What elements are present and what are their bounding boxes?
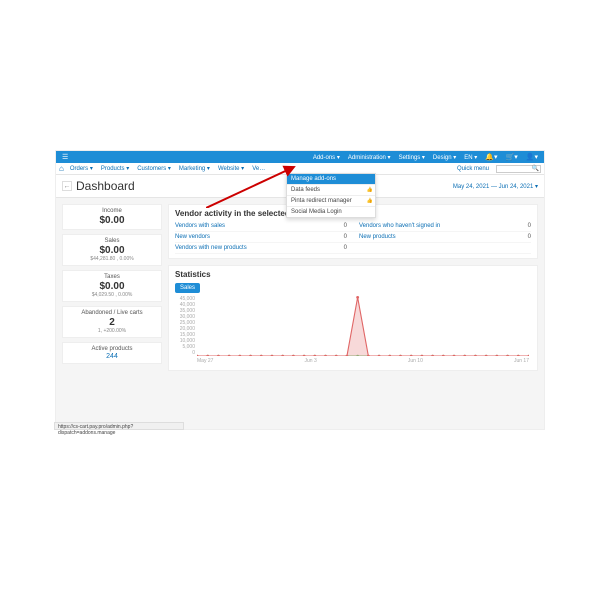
page-title: Dashboard: [76, 179, 135, 193]
card-sub: 1, +200.00%: [66, 328, 158, 334]
sales-chart: 45,00040,00035,00030,00025,00020,00015,0…: [175, 296, 531, 366]
chart-plot: [197, 296, 529, 356]
va-count: 0: [337, 245, 347, 251]
va-link[interactable]: New products: [359, 234, 521, 240]
date-range-picker[interactable]: May 24, 2021 — Jun 24, 2021 ▾: [453, 183, 538, 190]
cart-icon[interactable]: 🛒▾: [503, 153, 521, 161]
card-label: Abandoned / Live carts: [66, 310, 158, 316]
card-value: $0.00: [66, 245, 158, 256]
va-count: 0: [337, 223, 347, 229]
card-label: Active products: [66, 346, 158, 352]
bell-icon[interactable]: 🔔▾: [482, 153, 500, 161]
card-value: $0.00: [66, 215, 158, 226]
dropdown-pinta-redirect[interactable]: Pinta redirect manager 👍: [287, 195, 375, 206]
vendor-activity-row: New vendors0New products0: [175, 232, 531, 243]
menu-customers[interactable]: Customers ▾: [135, 165, 173, 172]
topbar-addons[interactable]: Add-ons ▾: [310, 154, 343, 161]
home-icon[interactable]: ⌂: [59, 164, 64, 173]
search-input[interactable]: [496, 165, 541, 173]
card-value: 2: [66, 317, 158, 328]
sales-button[interactable]: Sales: [175, 283, 200, 293]
topbar-settings[interactable]: Settings ▾: [396, 154, 428, 161]
va-link[interactable]: New vendors: [175, 234, 337, 240]
thumb-icon: 👍: [367, 187, 373, 193]
user-icon[interactable]: 👤▾: [523, 153, 541, 161]
panel-title: Statistics: [175, 270, 531, 279]
dropdown-social-login[interactable]: Social Media Login: [287, 206, 375, 217]
va-count: 0: [521, 223, 531, 229]
active-products-link[interactable]: 244: [66, 353, 158, 360]
menu-vendors[interactable]: Ve…: [250, 166, 267, 172]
dropdown-item-label: Pinta redirect manager: [291, 198, 352, 204]
addons-dropdown: Manage add-ons Data feeds 👍 Pinta redirec…: [286, 173, 376, 218]
dropdown-data-feeds[interactable]: Data feeds 👍: [287, 184, 375, 195]
card-sub: $4,029.50 , 0.00%: [66, 292, 158, 298]
card-sales: Sales $0.00 $44,281.80 , 0.00%: [62, 234, 162, 266]
card-label: Taxes: [66, 274, 158, 280]
dropdown-item-label: Data feeds: [291, 187, 320, 193]
topbar: ☰ Add-ons ▾ Administration ▾ Settings ▾ …: [56, 151, 544, 163]
card-value: $0.00: [66, 281, 158, 292]
va-count: [521, 245, 531, 251]
menu-website[interactable]: Website ▾: [216, 165, 246, 172]
back-button[interactable]: ←: [62, 181, 72, 191]
menu-marketing[interactable]: Marketing ▾: [177, 165, 212, 172]
card-active-products: Active products 244: [62, 342, 162, 364]
card-income: Income $0.00: [62, 204, 162, 230]
va-link[interactable]: Vendors who haven't signed in: [359, 223, 521, 229]
va-count: 0: [337, 234, 347, 240]
va-link[interactable]: [359, 245, 521, 251]
topbar-administration[interactable]: Administration ▾: [345, 154, 394, 161]
card-sub: $44,281.80 , 0.00%: [66, 256, 158, 262]
menu-products[interactable]: Products ▾: [99, 165, 131, 172]
main-panels: Vendor activity in the selected period V…: [168, 204, 538, 371]
card-label: Income: [66, 208, 158, 214]
card-carts: Abandoned / Live carts 2 1, +200.00%: [62, 306, 162, 338]
app-window: ☰ Add-ons ▾ Administration ▾ Settings ▾ …: [55, 150, 545, 430]
chart-x-axis: May 27Jun 3Jun 10Jun 17: [197, 358, 529, 364]
chart-y-axis: 45,00040,00035,00030,00025,00020,00015,0…: [175, 296, 195, 356]
content: Income $0.00 Sales $0.00 $44,281.80 , 0.…: [56, 198, 544, 377]
menu-icon[interactable]: ☰: [59, 153, 71, 161]
va-link[interactable]: Vendors with new products: [175, 245, 337, 251]
thumb-icon: 👍: [367, 198, 373, 204]
dropdown-item-label: Social Media Login: [291, 209, 342, 215]
topbar-lang[interactable]: EN ▾: [461, 154, 480, 161]
menu-orders[interactable]: Orders ▾: [68, 165, 95, 172]
vendor-activity-row: Vendors with new products0: [175, 243, 531, 254]
dropdown-manage-addons[interactable]: Manage add-ons: [287, 174, 375, 184]
va-count: 0: [521, 234, 531, 240]
quick-menu[interactable]: Quick menu: [457, 166, 489, 172]
topbar-design[interactable]: Design ▾: [430, 154, 459, 161]
sidebar-stats: Income $0.00 Sales $0.00 $44,281.80 , 0.…: [62, 204, 162, 371]
card-taxes: Taxes $0.00 $4,029.50 , 0.00%: [62, 270, 162, 302]
va-link[interactable]: Vendors with sales: [175, 223, 337, 229]
card-label: Sales: [66, 238, 158, 244]
statistics-panel: Statistics Sales 45,00040,00035,00030,00…: [168, 265, 538, 371]
status-bar-url: https://cs-cart.pay.pro/admin.php?dispat…: [54, 422, 184, 430]
vendor-activity-row: Vendors with sales0Vendors who haven't s…: [175, 221, 531, 232]
